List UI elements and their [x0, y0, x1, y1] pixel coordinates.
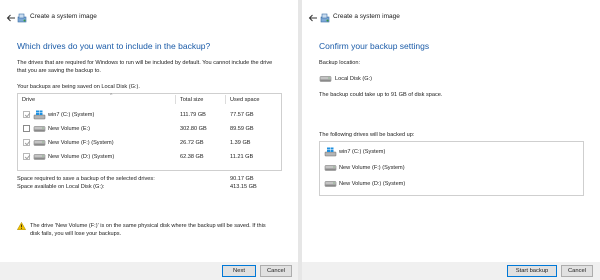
backup-location-label: Backup location:: [319, 60, 361, 66]
cancel-button[interactable]: Cancel: [260, 265, 292, 277]
backup-size-note: The backup could take up to 91 GB of dis…: [319, 92, 443, 98]
drive-icon: [319, 76, 332, 82]
drive-icon: [324, 181, 337, 187]
left-footer: Next Cancel: [0, 262, 298, 280]
drive-total-size: 111.79 GB: [180, 111, 206, 118]
back-arrow-icon[interactable]: [5, 12, 17, 24]
drive-name: New Volume (D:) (System): [339, 180, 406, 187]
right-titlebar: Create a system image: [302, 10, 600, 26]
intro-text-line1: The drives that are required for Windows…: [17, 60, 273, 66]
column-header-drive[interactable]: Drive: [22, 97, 35, 103]
column-separator: [225, 95, 226, 104]
column-separator: [175, 95, 176, 104]
list-item: New Volume (F:) (System): [320, 161, 583, 175]
system-image-icon: [320, 13, 330, 23]
drive-name: win7 (C:) (System): [339, 148, 386, 155]
start-backup-button[interactable]: Start backup: [507, 265, 557, 277]
include-checkbox[interactable]: [23, 139, 30, 146]
space-required-value: 90.17 GB: [230, 176, 254, 182]
drive-name: New Volume (E:): [48, 125, 90, 132]
table-row[interactable]: New Volume (F:) (System) 26.72 GB 1.39 G…: [18, 136, 281, 150]
drive-used-space: 77.57 GB: [230, 111, 254, 118]
drive-total-size: 62.38 GB: [180, 153, 204, 160]
space-available-label: Space available on Local Disk (G:):: [17, 184, 105, 190]
page-heading: Confirm your backup settings: [319, 41, 430, 51]
windows-drive-icon: [33, 110, 46, 120]
right-footer: Start backup Cancel: [302, 262, 600, 280]
space-required-label: Space required to save a backup of the s…: [17, 176, 155, 182]
drives-list: win7 (C:) (System) New Volume (F:) (Syst…: [319, 141, 584, 196]
drives-table: ^ Drive Total size Used space win7 (C:) …: [17, 93, 282, 171]
drive-name: New Volume (D:) (System): [48, 153, 115, 160]
warning-text-line2: disk fails, you will lose your backups.: [30, 231, 122, 237]
drive-name: New Volume (F:) (System): [339, 164, 405, 171]
column-header-used-space[interactable]: Used space: [230, 97, 260, 103]
drive-name: win7 (C:) (System): [48, 111, 95, 118]
left-wizard-window: Create a system image Which drives do yo…: [0, 0, 298, 280]
next-button[interactable]: Next: [222, 265, 256, 277]
cancel-button[interactable]: Cancel: [561, 265, 593, 277]
backup-location-note: Your backups are being saved on Local Di…: [17, 84, 140, 90]
page-heading: Which drives do you want to include in t…: [17, 41, 211, 51]
include-checkbox[interactable]: [23, 111, 30, 118]
drive-total-size: 302.80 GB: [180, 125, 207, 132]
include-checkbox[interactable]: [23, 153, 30, 160]
warning-text-line1: The drive 'New Volume (F:)' is on the sa…: [30, 223, 266, 229]
table-row[interactable]: New Volume (D:) (System) 62.38 GB 11.21 …: [18, 150, 281, 164]
drives-list-label: The following drives will be backed up:: [319, 132, 415, 138]
drive-used-space: 11.21 GB: [230, 153, 254, 160]
drive-total-size: 26.72 GB: [180, 139, 204, 146]
drive-icon: [33, 126, 46, 132]
drive-name: New Volume (F:) (System): [48, 139, 114, 146]
drive-icon: [33, 140, 46, 146]
include-checkbox[interactable]: [23, 125, 30, 132]
system-image-icon: [17, 13, 27, 23]
table-row[interactable]: New Volume (E:) 302.80 GB 89.59 GB: [18, 122, 281, 136]
table-row[interactable]: win7 (C:) (System) 111.79 GB 77.57 GB: [18, 108, 281, 122]
drive-icon: [33, 154, 46, 160]
list-item: win7 (C:) (System): [320, 145, 583, 159]
warning-icon: [17, 222, 26, 230]
list-item: New Volume (D:) (System): [320, 177, 583, 191]
drive-icon: [324, 165, 337, 171]
back-arrow-icon[interactable]: [307, 12, 319, 24]
intro-text-line2: that you are saving the backup to.: [17, 68, 101, 74]
space-available-value: 413.15 GB: [230, 184, 257, 190]
column-header-total-size[interactable]: Total size: [180, 97, 203, 103]
right-wizard-window: Create a system image Confirm your backu…: [302, 0, 600, 280]
drive-used-space: 89.59 GB: [230, 125, 254, 132]
window-title: Create a system image: [30, 13, 97, 20]
backup-location-value: Local Disk (G:): [335, 76, 372, 82]
window-title: Create a system image: [333, 13, 400, 20]
drive-used-space: 1.39 GB: [230, 139, 251, 146]
sort-indicator-icon: ^: [110, 93, 113, 99]
windows-drive-icon: [324, 147, 337, 157]
left-titlebar: Create a system image: [0, 10, 298, 26]
